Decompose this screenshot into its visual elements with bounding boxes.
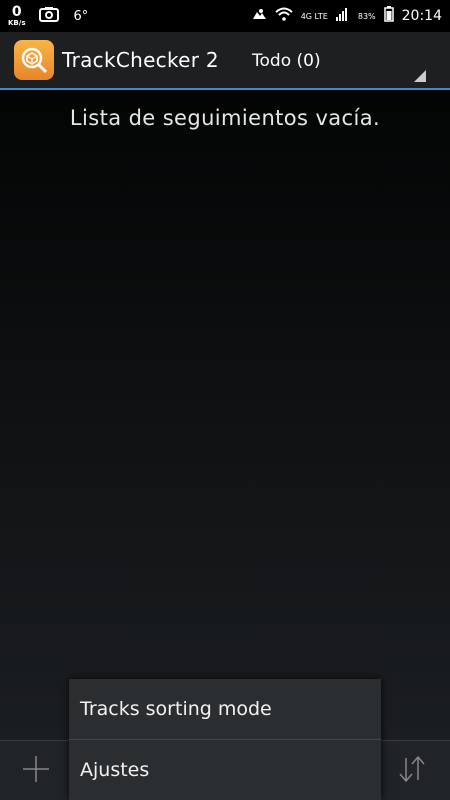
empty-list-message: Lista de seguimientos vacía. bbox=[69, 106, 381, 130]
app-title: TrackChecker 2 bbox=[62, 48, 219, 72]
menu-item-sorting-mode[interactable]: Tracks sorting mode bbox=[69, 679, 381, 739]
wifi-icon bbox=[275, 7, 293, 25]
sort-icon bbox=[396, 754, 428, 788]
action-bar: TrackChecker 2 Todo (0) bbox=[0, 32, 450, 90]
filter-label: Todo (0) bbox=[252, 51, 321, 71]
sort-button[interactable] bbox=[394, 753, 430, 789]
net-speed-value: 0 bbox=[11, 4, 22, 20]
menu-item-label: Ajustes bbox=[80, 759, 150, 781]
network-type: 4G LTE bbox=[300, 11, 328, 21]
package-magnifier-icon[interactable] bbox=[14, 40, 54, 80]
status-bar: 0 KB/s 6° 4G LTE 83% 20:14 bbox=[0, 0, 450, 32]
tracks-list: Lista de seguimientos vacía. bbox=[0, 90, 450, 740]
menu-item-label: Tracks sorting mode bbox=[80, 698, 272, 720]
overflow-menu: Tracks sorting mode Ajustes bbox=[69, 679, 381, 800]
filter-spinner[interactable]: Todo (0) bbox=[252, 32, 432, 90]
clock: 20:14 bbox=[401, 8, 442, 24]
network-speed: 0 KB/s bbox=[8, 5, 25, 27]
signal-icon bbox=[335, 7, 350, 25]
add-icon bbox=[21, 754, 51, 788]
cloud-icon bbox=[251, 8, 267, 24]
temperature: 6° bbox=[73, 8, 89, 24]
screenshot-icon bbox=[39, 6, 60, 26]
add-track-button[interactable] bbox=[18, 753, 54, 789]
menu-item-settings[interactable]: Ajustes bbox=[69, 740, 381, 800]
battery-percent: 83% bbox=[357, 11, 376, 21]
net-speed-unit: KB/s bbox=[8, 19, 26, 27]
battery-icon bbox=[383, 6, 394, 26]
spinner-triangle-icon bbox=[414, 70, 426, 82]
